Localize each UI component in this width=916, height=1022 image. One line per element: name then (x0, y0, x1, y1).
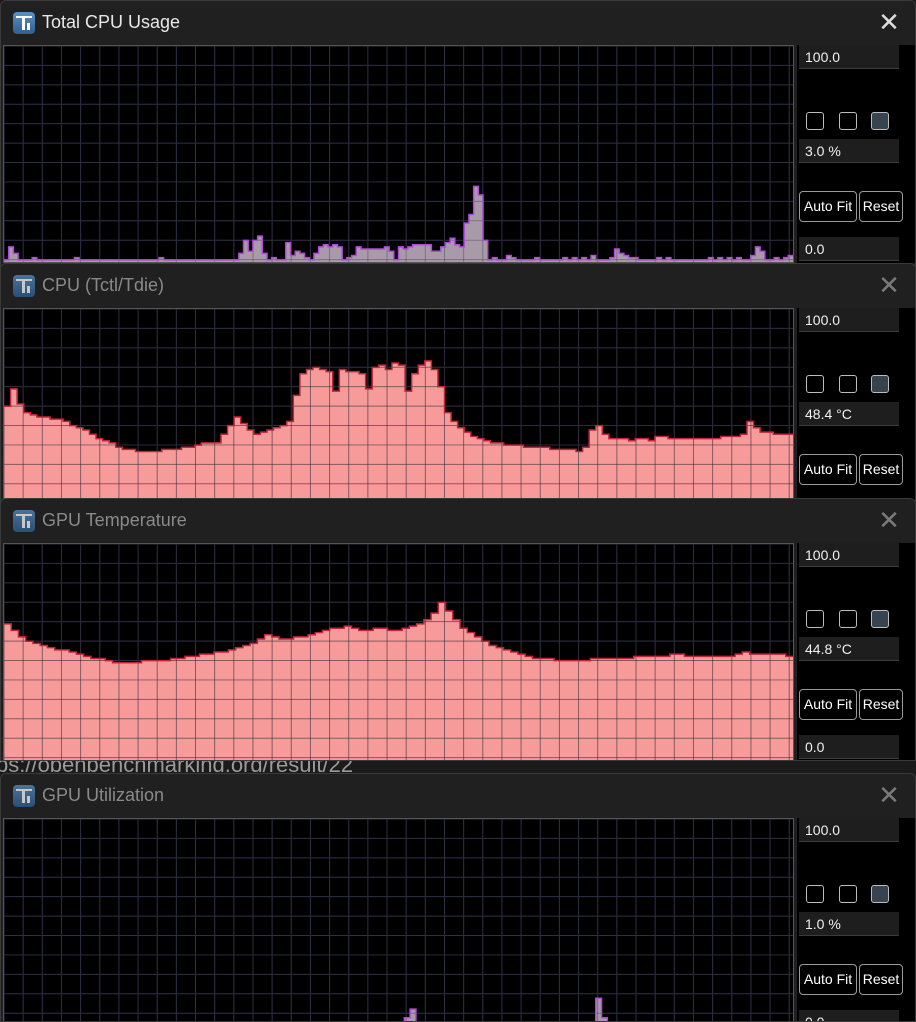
graph-window: GPU Utilization ✕ 100.0 1.0 % Auto Fit R… (0, 773, 916, 1022)
close-icon[interactable]: ✕ (871, 7, 907, 39)
auto-fit-button[interactable]: Auto Fit (799, 191, 857, 222)
app-icon (13, 785, 35, 807)
graph-side-panel: 100.0 48.4 °C Auto Fit Reset (797, 308, 915, 525)
graph-side-panel: 100.0 3.0 % Auto Fit Reset 0.0 (797, 45, 915, 263)
graph-plot (3, 818, 794, 1021)
checkbox-1[interactable] (806, 885, 824, 903)
graph-side-panel: 100.0 1.0 % Auto Fit Reset 0.0 (797, 818, 915, 1021)
current-value-field: 1.0 % (799, 912, 899, 936)
app-icon (13, 510, 35, 532)
current-value-field: 48.4 °C (799, 402, 899, 426)
reset-button[interactable]: Reset (859, 964, 903, 995)
gridlines-overlay (4, 819, 793, 1021)
current-value-field: 3.0 % (799, 139, 899, 163)
current-value-field: 44.8 °C (799, 637, 899, 661)
checkbox-1[interactable] (806, 375, 824, 393)
title-bar[interactable]: GPU Temperature ✕ (1, 499, 915, 543)
close-icon[interactable]: ✕ (871, 270, 907, 302)
window-title: GPU Utilization (42, 785, 165, 805)
max-value-field[interactable]: 100.0 (799, 45, 899, 69)
max-value-field[interactable]: 100.0 (799, 308, 899, 332)
window-title: CPU (Tctl/Tdie) (42, 275, 165, 295)
graph-side-panel: 100.0 44.8 °C Auto Fit Reset 0.0 (797, 543, 915, 760)
min-value-field[interactable]: 0.0 (799, 237, 899, 261)
color-swatch[interactable] (871, 885, 889, 903)
max-value-field[interactable]: 100.0 (799, 818, 899, 842)
graph-plot (3, 543, 794, 760)
color-swatch[interactable] (871, 610, 889, 628)
reset-button[interactable]: Reset (859, 689, 903, 720)
min-value-field[interactable]: 0.0 (799, 1010, 899, 1021)
graph-window: GPU Temperature ✕ 100.0 44.8 °C Auto Fit… (0, 498, 916, 761)
graph-plot (3, 308, 794, 525)
checkbox-2[interactable] (839, 375, 857, 393)
auto-fit-button[interactable]: Auto Fit (799, 689, 857, 720)
auto-fit-button[interactable]: Auto Fit (799, 964, 857, 995)
auto-fit-button[interactable]: Auto Fit (799, 454, 857, 485)
graph-window: CPU (Tctl/Tdie) ✕ 100.0 48.4 °C Auto Fit… (0, 263, 916, 526)
close-icon[interactable]: ✕ (871, 505, 907, 537)
graph-plot (3, 45, 794, 263)
checkbox-2[interactable] (839, 112, 857, 130)
window-title: Total CPU Usage (42, 12, 181, 32)
title-bar[interactable]: CPU (Tctl/Tdie) ✕ (1, 264, 915, 308)
checkbox-2[interactable] (839, 885, 857, 903)
app-icon (13, 275, 35, 297)
app-icon (13, 12, 35, 34)
color-swatch[interactable] (871, 112, 889, 130)
close-icon[interactable]: ✕ (871, 780, 907, 812)
checkbox-1[interactable] (806, 112, 824, 130)
min-value-field[interactable]: 0.0 (799, 735, 899, 759)
max-value-field[interactable]: 100.0 (799, 543, 899, 567)
reset-button[interactable]: Reset (859, 191, 903, 222)
gridlines-overlay (4, 46, 793, 262)
checkbox-2[interactable] (839, 610, 857, 628)
graph-window: Total CPU Usage ✕ 100.0 3.0 % Auto Fit R… (0, 0, 916, 267)
checkbox-1[interactable] (806, 610, 824, 628)
window-title: GPU Temperature (42, 510, 187, 530)
reset-button[interactable]: Reset (859, 454, 903, 485)
title-bar[interactable]: Total CPU Usage ✕ (1, 1, 915, 45)
color-swatch[interactable] (871, 375, 889, 393)
title-bar[interactable]: GPU Utilization ✕ (1, 774, 915, 818)
